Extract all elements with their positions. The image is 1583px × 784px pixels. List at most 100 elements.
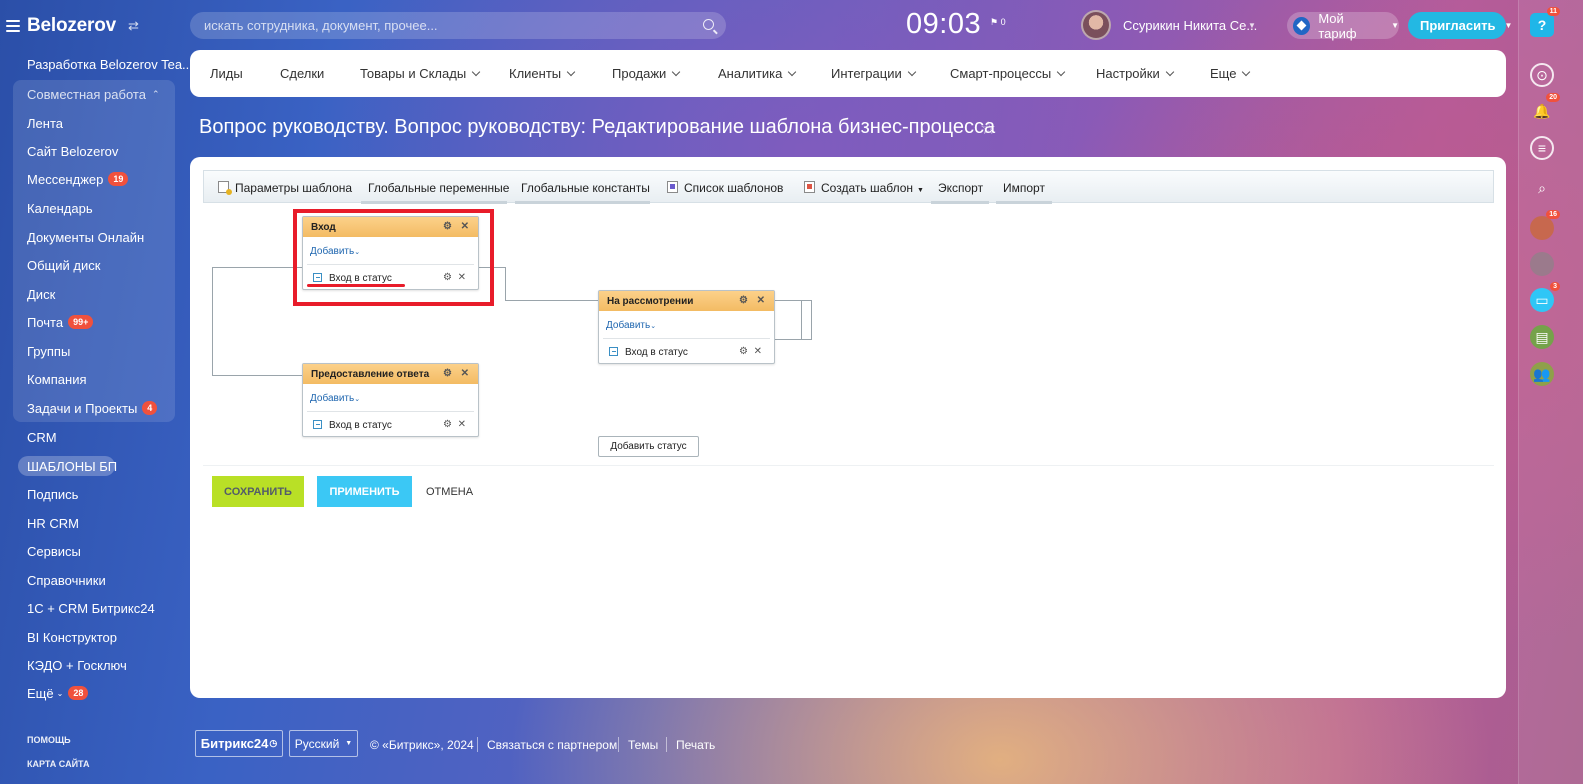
bell-icon[interactable]: 🔔 20: [1530, 93, 1560, 123]
sidebar-item-sign[interactable]: Подпись: [27, 484, 78, 504]
add-action-link[interactable]: Добавить⌄: [310, 393, 478, 407]
invite-button[interactable]: Пригласить ▼: [1408, 12, 1512, 39]
help-link[interactable]: ПОМОЩЬ: [27, 730, 71, 750]
menu-icon[interactable]: [6, 20, 20, 32]
star-icon[interactable]: ☆: [980, 118, 996, 139]
search-input[interactable]: [190, 12, 726, 39]
flag-count: 0: [1000, 17, 1006, 27]
sidebar-item-workspace[interactable]: Разработка Belozerov Tea...: [27, 54, 193, 74]
sidebar-item-tasks[interactable]: Задачи и Проекты 4: [27, 398, 158, 418]
sitemap-link[interactable]: КАРТА САЙТА: [27, 754, 89, 774]
avatar[interactable]: [1081, 10, 1111, 40]
toolbar-underline: [515, 201, 650, 204]
gear-icon[interactable]: ⚙: [739, 295, 748, 306]
chat-list-icon[interactable]: ≡: [1530, 136, 1554, 160]
copilot-icon[interactable]: ⊙: [1530, 63, 1554, 87]
state-header[interactable]: На рассмотрении ⚙ ✕: [599, 291, 774, 311]
sidebar-item-bi[interactable]: BI Конструктор: [27, 627, 117, 647]
nav-deals[interactable]: Сделки: [280, 66, 324, 81]
export-button[interactable]: Экспорт: [938, 181, 983, 195]
sidebar-item-messenger[interactable]: Мессенджер 19: [27, 169, 129, 189]
swap-icon[interactable]: ⇄: [128, 18, 139, 34]
language-select[interactable]: Русский ▼: [289, 730, 358, 757]
template-list-button[interactable]: Список шаблонов: [667, 181, 783, 195]
import-button[interactable]: Импорт: [1003, 181, 1045, 195]
apply-button[interactable]: ПРИМЕНИТЬ: [317, 476, 412, 507]
sidebar-item-more[interactable]: Ещё ⌄ 28: [27, 683, 89, 703]
sidebar-item-services[interactable]: Сервисы: [27, 541, 81, 561]
invite-label: Пригласить: [1420, 18, 1496, 33]
nav-label: Продажи: [612, 66, 667, 81]
gear-icon[interactable]: ⚙: [443, 368, 452, 379]
sidebar-item-label: Календарь: [27, 200, 93, 216]
chevron-down-icon[interactable]: ▼: [1248, 21, 1256, 30]
create-template-button[interactable]: Создать шаблон ▼: [804, 181, 924, 195]
my-tariff-button[interactable]: Мой тариф ▼: [1287, 11, 1399, 41]
nav-analytics[interactable]: Аналитика: [718, 66, 797, 81]
group-icon[interactable]: 👥: [1530, 362, 1554, 386]
global-consts-button[interactable]: Глобальные константы: [521, 181, 650, 195]
cancel-button[interactable]: ОТМЕНА: [426, 486, 473, 498]
counter-badge: 28: [68, 686, 89, 700]
nav-clients[interactable]: Клиенты: [509, 66, 576, 81]
sidebar-item-feed[interactable]: Лента: [27, 113, 63, 133]
contact-avatar[interactable]: [1530, 252, 1554, 276]
nav-leads[interactable]: Лиды: [210, 66, 243, 81]
nav-products[interactable]: Товары и Склады: [360, 66, 481, 81]
sidebar-item-1c-crm[interactable]: 1С + CRM Битрикс24: [27, 598, 155, 618]
add-status-button[interactable]: Добавить статус: [598, 436, 699, 457]
partner-link[interactable]: Связаться с партнером: [487, 738, 617, 752]
sidebar-group-title[interactable]: Совместная работа ⌃: [27, 84, 160, 104]
sidebar-item-company[interactable]: Компания: [27, 369, 87, 389]
add-action-link[interactable]: Добавить⌄: [606, 320, 774, 334]
template-params-button[interactable]: Параметры шаблона: [218, 181, 352, 195]
chevron-down-icon: [907, 67, 916, 77]
sidebar-item-references[interactable]: Справочники: [27, 570, 106, 590]
state-action[interactable]: Вход в статус ⚙ ✕: [303, 412, 478, 436]
print-link[interactable]: Печать: [676, 738, 715, 752]
state-action[interactable]: Вход в статус ⚙ ✕: [599, 339, 774, 363]
nav-integrations[interactable]: Интеграции: [831, 66, 916, 81]
sidebar-item-label: Справочники: [27, 572, 106, 588]
nav-smart-processes[interactable]: Смарт-процессы: [950, 66, 1066, 81]
state-block-review[interactable]: На рассмотрении ⚙ ✕ Добавить⌄ Вход в ста…: [598, 290, 775, 364]
connector-line: [775, 300, 812, 301]
search-icon[interactable]: ⌕: [1530, 176, 1554, 200]
state-block-answer[interactable]: Предоставление ответа ⚙ ✕ Добавить⌄ Вход…: [302, 363, 479, 437]
sidebar-item-mail[interactable]: Почта 99+: [27, 312, 94, 332]
close-icon[interactable]: ✕: [458, 419, 466, 430]
search-icon[interactable]: [703, 19, 714, 30]
sidebar-item-hr-crm[interactable]: HR CRM: [27, 513, 79, 533]
contact-avatar[interactable]: 16: [1530, 210, 1560, 240]
gear-icon[interactable]: ⚙: [443, 419, 452, 430]
nav-sales[interactable]: Продажи: [612, 66, 681, 81]
user-name[interactable]: Ссурикин Никита Се...: [1123, 18, 1257, 33]
themes-link[interactable]: Темы: [628, 738, 658, 752]
bitrix24-logo-button[interactable]: Битрикс24 ◷: [195, 730, 283, 757]
global-vars-button[interactable]: Глобальные переменные: [368, 181, 509, 195]
close-icon[interactable]: ✕: [461, 368, 469, 379]
close-icon[interactable]: ✕: [757, 295, 765, 306]
sidebar-item-disk[interactable]: Диск: [27, 284, 55, 304]
sidebar-item-calendar[interactable]: Календарь: [27, 198, 93, 218]
sidebar-item-crm[interactable]: CRM: [27, 427, 57, 447]
flag-counter[interactable]: ⚑ 0: [990, 17, 1006, 28]
sidebar-item-kedo[interactable]: КЭДО + Госключ: [27, 655, 127, 675]
nav-more[interactable]: Еще: [1210, 66, 1251, 81]
state-title: На рассмотрении: [607, 296, 694, 307]
sidebar-item-docs-online[interactable]: Документы Онлайн: [27, 227, 144, 247]
state-header[interactable]: Предоставление ответа ⚙ ✕: [303, 364, 478, 384]
portal-logo[interactable]: Belozerov: [27, 15, 116, 37]
gear-icon[interactable]: ⚙: [739, 346, 748, 357]
sidebar-item-bp-templates[interactable]: ШАБЛОНЫ БП: [27, 456, 117, 476]
sidebar-item-shared-disk[interactable]: Общий диск: [27, 255, 100, 275]
nav-settings[interactable]: Настройки: [1096, 66, 1174, 81]
close-icon[interactable]: ✕: [754, 346, 762, 357]
sidebar-item-groups[interactable]: Группы: [27, 341, 70, 361]
clock[interactable]: 09:03: [906, 8, 981, 41]
save-button[interactable]: СОХРАНИТЬ: [212, 476, 304, 507]
help-button[interactable]: ? 11: [1530, 7, 1560, 37]
sidebar-item-site[interactable]: Сайт Belozerov: [27, 141, 118, 161]
notebook-icon[interactable]: ▤: [1530, 325, 1554, 349]
chat-bubble-icon[interactable]: ▭ 3: [1530, 282, 1560, 312]
